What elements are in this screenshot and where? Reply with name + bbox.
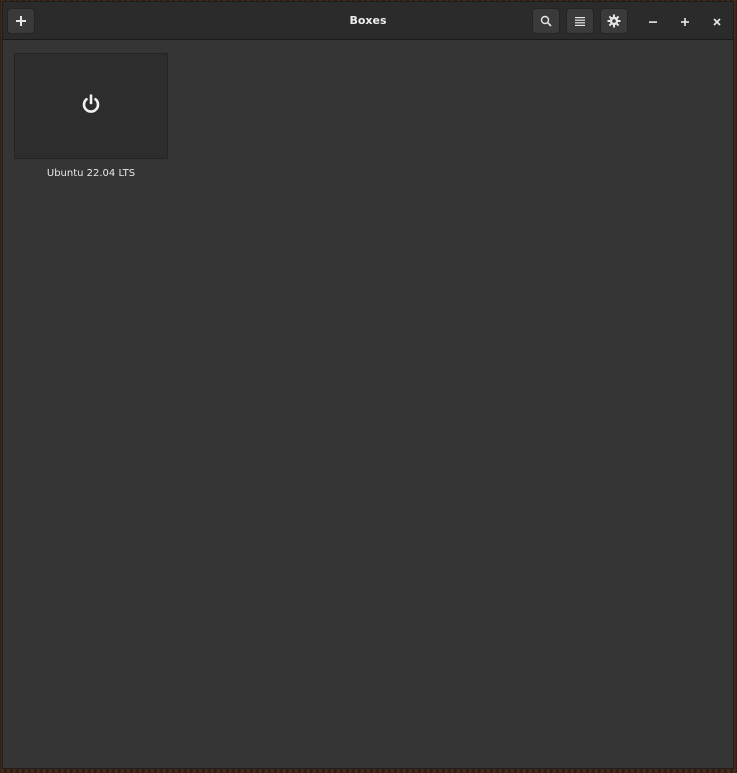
- box-thumbnail[interactable]: [14, 53, 168, 159]
- selection-mode-button[interactable]: [566, 8, 594, 34]
- maximize-button[interactable]: [673, 9, 697, 33]
- minimize-button[interactable]: [641, 9, 665, 33]
- header-bar: Boxes: [3, 2, 733, 40]
- list-icon: [574, 15, 586, 27]
- box-name-label: Ubuntu 22.04 LTS: [46, 168, 136, 179]
- search-button[interactable]: [532, 8, 560, 34]
- gear-icon: [607, 14, 621, 28]
- plus-icon: [15, 15, 27, 27]
- search-icon: [540, 15, 552, 27]
- minimize-icon: [648, 12, 658, 31]
- close-button[interactable]: [705, 9, 729, 33]
- boxes-window: Boxes Ubuntu 22.04 LTS: [2, 1, 734, 769]
- boxes-collection-view: Ubuntu 22.04 LTS: [3, 40, 733, 768]
- box-item[interactable]: Ubuntu 22.04 LTS: [14, 53, 170, 179]
- preferences-button[interactable]: [600, 8, 628, 34]
- new-box-button[interactable]: [7, 8, 35, 34]
- maximize-icon: [680, 12, 690, 31]
- close-icon: [712, 12, 722, 31]
- power-icon: [80, 93, 102, 119]
